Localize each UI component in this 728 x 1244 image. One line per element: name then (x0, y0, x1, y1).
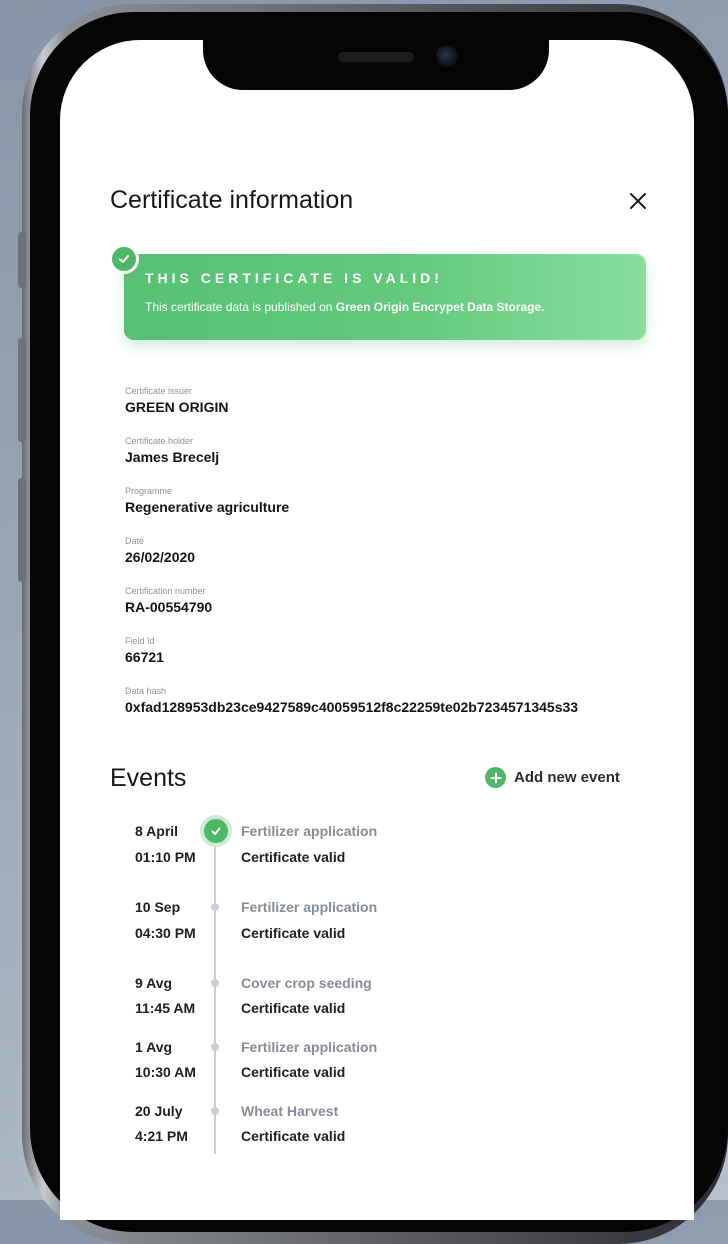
field-certification-number: Certification number RA-00554790 (125, 586, 212, 615)
event-status: Certificate valid (241, 1064, 346, 1080)
volume-down-button (18, 478, 26, 582)
field-label: Certification number (125, 586, 206, 596)
field-value: 0xfad128953db23ce9427589c40059512f8c2225… (125, 699, 579, 715)
event-status: Certificate valid (241, 849, 346, 865)
event-name[interactable]: Fertilizer application (241, 1039, 377, 1055)
event-time: 4:21 PM (135, 1128, 188, 1144)
check-circle-icon (109, 244, 139, 274)
event-date: 1 Avg (135, 1039, 173, 1055)
field-programme: Programme Regenerative agriculture (125, 486, 289, 515)
event-status: Certificate valid (241, 925, 346, 941)
field-data-hash: Data hash 0xfad128953db23ce9427589c40059… (125, 686, 578, 715)
field-label: Field Id (125, 636, 155, 646)
banner-text: This certificate data is published on Gr… (145, 300, 545, 314)
field-value: Regenerative agriculture (125, 499, 290, 515)
field-label: Certificate holder (125, 436, 194, 446)
event-status: Certificate valid (241, 1128, 346, 1144)
event-date: 20 July (135, 1103, 183, 1119)
certificate-valid-banner: THIS CERTIFICATE IS VALID! This certific… (124, 254, 646, 340)
field-field-id: Field Id 66721 (125, 636, 164, 665)
close-icon[interactable] (626, 189, 650, 213)
banner-text-storage: Green Origin Encrypet Data Storage. (335, 300, 545, 314)
add-new-event-button[interactable]: Add new event (485, 767, 620, 788)
close-icon-glyph (630, 193, 646, 209)
event-date: 9 Avg (135, 975, 173, 991)
event-time: 04:30 PM (135, 925, 196, 941)
volume-up-button (18, 338, 26, 442)
timeline-check-icon (204, 819, 228, 843)
field-certificate-holder: Certificate holder James Brecelj (125, 436, 219, 465)
events-title: Events (110, 764, 187, 792)
timeline-dot (211, 903, 219, 911)
check-icon (211, 827, 221, 835)
event-time: 10:30 AM (135, 1064, 196, 1080)
banner-heading: THIS CERTIFICATE IS VALID! (145, 270, 443, 286)
field-value: GREEN ORIGIN (125, 399, 229, 415)
field-certificate-issuer: Certificate issuer GREEN ORIGIN (125, 386, 228, 415)
field-value: RA-00554790 (125, 599, 213, 615)
mute-switch (18, 232, 26, 288)
add-new-event-label: Add new event (514, 769, 620, 786)
banner-text-prefix: This certificate data is published on (145, 300, 336, 314)
event-name[interactable]: Fertilizer application (241, 823, 377, 839)
field-date: Date 26/02/2020 (125, 536, 195, 565)
speaker-grille (338, 52, 414, 62)
timeline-dot (211, 979, 219, 987)
field-value: James Brecelj (125, 449, 220, 465)
event-name[interactable]: Cover crop seeding (241, 975, 372, 991)
event-time: 11:45 AM (135, 1000, 196, 1016)
event-name[interactable]: Fertilizer application (241, 899, 377, 915)
front-camera (436, 45, 458, 67)
check-icon (119, 255, 129, 263)
field-label: Date (125, 536, 145, 546)
event-name[interactable]: Wheat Harvest (241, 1103, 338, 1119)
plus-icon (490, 772, 501, 783)
timeline-dot (211, 1107, 219, 1115)
event-date: 10 Sep (135, 899, 181, 915)
modal-title: Certificate information (110, 186, 354, 214)
event-time: 01:10 PM (135, 849, 196, 865)
field-label: Data hash (125, 686, 167, 696)
timeline-line (214, 832, 216, 1154)
field-label: Programme (125, 486, 173, 496)
field-value: 26/02/2020 (125, 549, 196, 565)
timeline-dot (211, 1043, 219, 1051)
notch (203, 12, 549, 90)
field-value: 66721 (125, 649, 164, 665)
field-label: Certificate issuer (125, 386, 193, 396)
plus-circle-icon (485, 767, 506, 788)
event-status: Certificate valid (241, 1000, 346, 1016)
event-date: 8 April (135, 823, 179, 839)
